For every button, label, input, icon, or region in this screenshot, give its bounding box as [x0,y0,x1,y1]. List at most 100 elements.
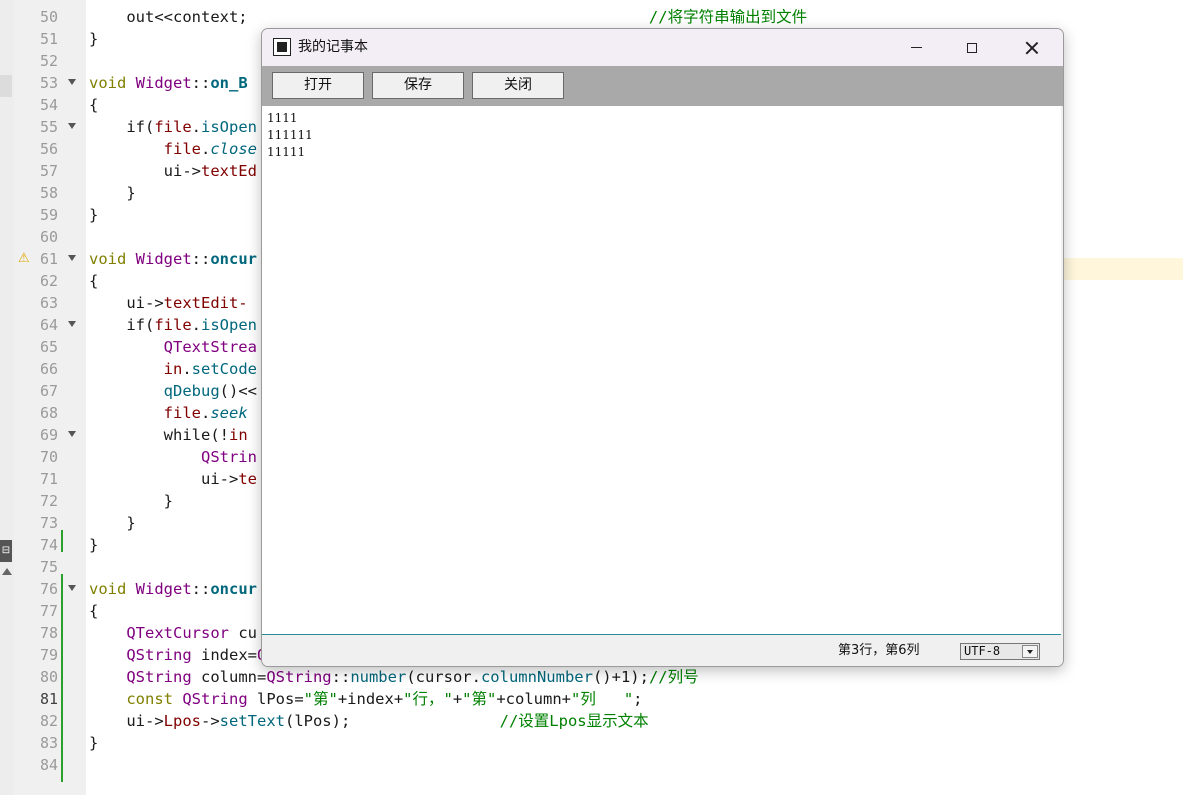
code-token: //设置Lpos显示文本 [350,712,649,730]
code-token: file [154,118,192,136]
text-line: 11111 [267,145,306,159]
code-text: QTextCursor cu [89,622,257,644]
fold-toggle-icon[interactable] [68,585,76,591]
save-button[interactable]: 保存 [372,72,464,99]
code-token: column= [191,668,267,686]
code-text: while(!in [89,424,248,446]
maximize-button[interactable] [949,29,995,66]
line-number: 59 [39,206,58,224]
code-token: out<<context; [89,8,248,26]
line-number: 66 [39,360,58,378]
code-token: "第" [462,690,497,708]
fold-toggle-icon[interactable] [68,123,76,129]
line-number: 79 [39,646,58,664]
code-token: if( [89,316,155,334]
code-token: :: [191,74,211,92]
notepad-window[interactable]: 我的记事本 打开 保存 关闭 1111 111111 11111 第3行，第6列… [261,28,1064,667]
code-token: "行，" [403,690,453,708]
code-token: qDebug [163,382,220,400]
code-token: :: [191,250,211,268]
fold-toggle-icon[interactable] [68,431,76,437]
fold-toggle-icon[interactable] [68,321,76,327]
line-number: 64 [39,316,58,334]
line-number: 53 [39,74,58,92]
code-text: QTextStrea [89,336,257,358]
fold-toggle-icon[interactable] [68,79,76,85]
open-button[interactable]: 打开 [272,72,364,99]
code-line: 80 QString column=QString::number(cursor… [0,666,1183,688]
code-token: QString [182,690,248,708]
warning-icon[interactable]: ⚠ [18,252,30,266]
line-number: 73 [39,514,58,532]
code-token: in [163,360,183,378]
minimize-icon [910,46,922,49]
line-number: 70 [39,448,58,466]
code-token: in [228,426,248,444]
text-edit-area[interactable]: 1111 111111 11111 [262,106,1061,635]
status-bar: 第3行，第6列 UTF-8 [262,636,1063,666]
code-token: ui-> [89,712,164,730]
code-token: file [163,404,201,422]
chevron-down-icon[interactable] [1022,645,1038,658]
code-token: Widget [135,250,192,268]
line-number: 84 [39,756,58,774]
code-text: } [89,204,98,226]
code-token: . [200,404,211,422]
code-token: QTextStrea [163,338,257,356]
code-token: :: [191,580,211,598]
line-number: 75 [39,558,58,576]
code-token: } [89,536,99,554]
window-titlebar[interactable]: 我的记事本 [262,29,1063,66]
code-token: number [350,668,407,686]
code-text: { [89,270,98,292]
line-number: 81 [39,690,58,708]
fold-toggle-icon[interactable] [68,255,76,261]
code-text: void Widget::oncur [89,578,257,600]
code-token: +column+ [496,690,571,708]
code-text: ui->textEd [89,160,257,182]
line-number: 77 [39,602,58,620]
code-token: "列 " [571,690,634,708]
code-token: ; [633,690,643,708]
code-text: qDebug()<< [89,380,257,402]
line-number: 52 [39,52,58,70]
code-token: setCode [191,360,257,378]
encoding-value: UTF-8 [964,644,1001,658]
encoding-select[interactable]: UTF-8 [960,643,1040,660]
code-text: { [89,94,98,116]
code-token: file [163,140,201,158]
code-token: . [191,118,201,136]
code-text: QStrin [89,446,257,468]
code-token: ui-> [89,162,201,180]
code-token: Widget [135,580,192,598]
code-token: QString [266,668,332,686]
code-line-partial: // [0,0,1183,4]
code-text: in.setCode [89,358,257,380]
line-number: 68 [39,404,58,422]
code-token: (lPos); [284,712,351,730]
code-text: } [89,490,173,512]
code-token: void [89,74,136,92]
code-text: ui->Lpos->setText(lPos); //设置Lpos显示文本 [89,710,649,732]
close-window-button[interactable] [1009,29,1055,66]
line-number: 56 [39,140,58,158]
code-text: out<<context; //将字符串输出到文件 [89,6,807,28]
code-token: "第" [303,690,338,708]
code-token: . [200,140,211,158]
button-toolbar: 打开 保存 关闭 [262,66,1063,106]
line-number: 50 [39,8,58,26]
line-number: 60 [39,228,58,246]
code-token: isOpen [201,118,257,136]
code-text: if(file.isOpen [89,116,257,138]
code-line: 83} [0,732,1183,754]
line-number: 62 [39,272,58,290]
close-file-button[interactable]: 关闭 [472,72,564,99]
code-token: QTextCursor [126,624,229,642]
code-text: ui->te [89,468,257,490]
code-text: } [89,534,98,556]
minimize-button[interactable] [893,29,939,66]
code-token: seek [210,404,248,422]
